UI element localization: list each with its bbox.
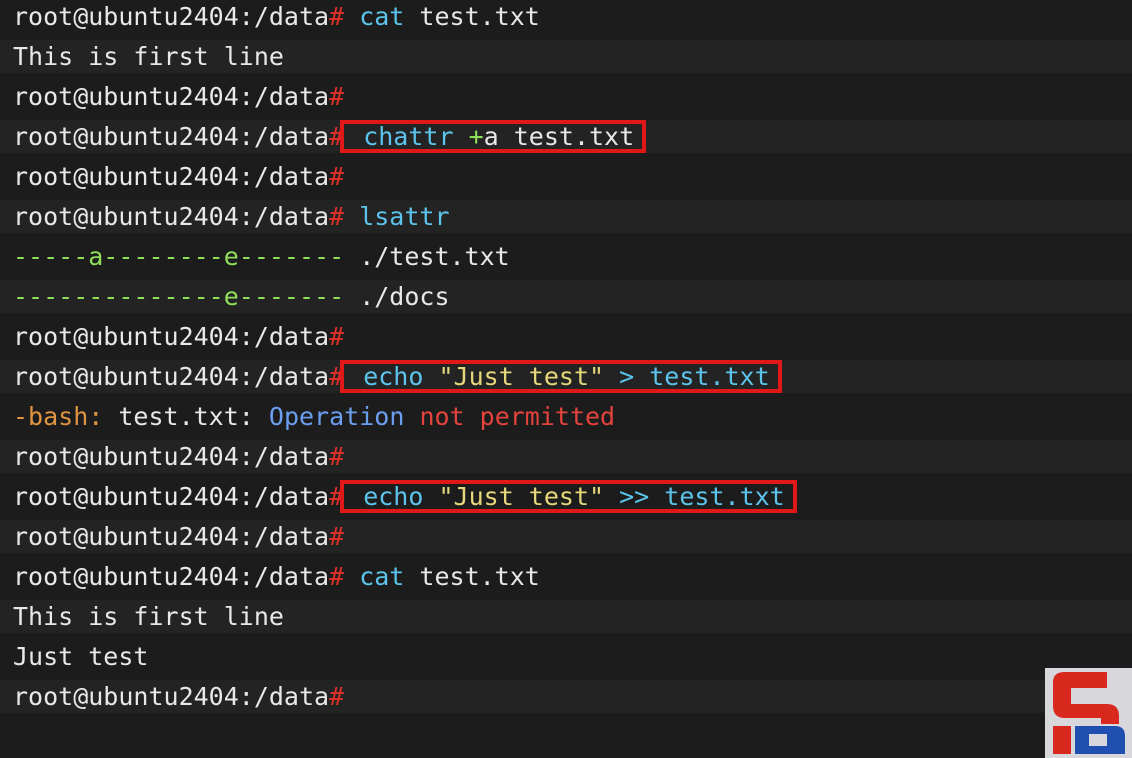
command-arg: a test.txt bbox=[483, 122, 635, 151]
terminal-line-8: --------------e------- ./docs bbox=[0, 280, 1132, 313]
prompt: root@ubuntu2404:/data bbox=[13, 162, 330, 191]
terminal-window[interactable]: root@ubuntu2404:/data# cat test.txt This… bbox=[0, 0, 1132, 758]
highlight-box: chattr +a test.txt bbox=[340, 120, 647, 153]
terminal-line-1: root@ubuntu2404:/data# cat test.txt bbox=[0, 0, 1132, 33]
string-literal: "Just test" bbox=[438, 362, 605, 391]
prompt: root@ubuntu2404:/data bbox=[13, 362, 330, 391]
error-message: not permitted bbox=[419, 402, 616, 431]
terminal-line-11: -bash: test.txt: Operation not permitted bbox=[0, 400, 1132, 433]
file-attributes: -----a--------e------- bbox=[13, 242, 345, 271]
terminal-line-17: Just test bbox=[0, 640, 1132, 673]
prompt: root@ubuntu2404:/data bbox=[13, 122, 330, 151]
terminal-line-15: root@ubuntu2404:/data# cat test.txt bbox=[0, 560, 1132, 593]
terminal-line-18: root@ubuntu2404:/data# bbox=[0, 680, 1132, 713]
prompt: root@ubuntu2404:/data bbox=[13, 442, 330, 471]
redirect-operator: > bbox=[619, 362, 635, 391]
prompt: root@ubuntu2404:/data bbox=[13, 682, 330, 711]
highlight-box: echo "Just test" >> test.txt bbox=[340, 480, 797, 513]
prompt-hash: # bbox=[329, 442, 345, 471]
prompt: root@ubuntu2404:/data bbox=[13, 82, 330, 111]
sb-logo-icon bbox=[1045, 668, 1132, 758]
command-arg: test.txt bbox=[649, 362, 770, 391]
command-arg: test.txt bbox=[664, 482, 785, 511]
file-path: ./test.txt bbox=[359, 242, 510, 271]
command: echo bbox=[363, 482, 424, 511]
prompt-hash: # bbox=[329, 562, 345, 591]
terminal-line-3: root@ubuntu2404:/data# bbox=[0, 80, 1132, 113]
command-flag: + bbox=[468, 122, 484, 151]
terminal-line-6: root@ubuntu2404:/data# lsattr bbox=[0, 200, 1132, 233]
highlight-box: echo "Just test" > test.txt bbox=[340, 360, 782, 393]
command: cat bbox=[359, 2, 405, 31]
prompt-hash: # bbox=[329, 2, 345, 31]
file-path: ./docs bbox=[359, 282, 450, 311]
error-file: test.txt: bbox=[118, 402, 254, 431]
terminal-line-13: root@ubuntu2404:/data# echo "Just test" … bbox=[0, 480, 1132, 513]
prompt-hash: # bbox=[329, 682, 345, 711]
prompt-hash: # bbox=[329, 522, 345, 551]
terminal-line-9: root@ubuntu2404:/data# bbox=[0, 320, 1132, 353]
terminal-line-14: root@ubuntu2404:/data# bbox=[0, 520, 1132, 553]
output-text: This is first line bbox=[13, 602, 284, 631]
terminal-line-5: root@ubuntu2404:/data# bbox=[0, 160, 1132, 193]
terminal-line-16: This is first line bbox=[0, 600, 1132, 633]
file-attributes: --------------e------- bbox=[13, 282, 345, 311]
prompt: root@ubuntu2404:/data bbox=[13, 322, 330, 351]
prompt: root@ubuntu2404:/data bbox=[13, 562, 330, 591]
prompt: root@ubuntu2404:/data bbox=[13, 522, 330, 551]
error-word: Operation bbox=[268, 402, 405, 431]
command: lsattr bbox=[359, 202, 450, 231]
command: echo bbox=[363, 362, 424, 391]
terminal-line-2: This is first line bbox=[0, 40, 1132, 73]
command: chattr bbox=[363, 122, 454, 151]
prompt-hash: # bbox=[329, 322, 345, 351]
command-arg: test.txt bbox=[419, 562, 540, 591]
prompt: root@ubuntu2404:/data bbox=[13, 482, 330, 511]
string-literal: "Just test" bbox=[438, 482, 605, 511]
terminal-line-7: -----a--------e------- ./test.txt bbox=[0, 240, 1132, 273]
terminal-line-4: root@ubuntu2404:/data# chattr +a test.tx… bbox=[0, 120, 1132, 153]
terminal-line-10: root@ubuntu2404:/data# echo "Just test" … bbox=[0, 360, 1132, 393]
command-arg: test.txt bbox=[419, 2, 540, 31]
prompt: root@ubuntu2404:/data bbox=[13, 2, 330, 31]
redirect-operator: >> bbox=[619, 482, 650, 511]
prompt: root@ubuntu2404:/data bbox=[13, 202, 330, 231]
terminal-line-12: root@ubuntu2404:/data# bbox=[0, 440, 1132, 473]
command: cat bbox=[359, 562, 405, 591]
prompt-hash: # bbox=[329, 202, 345, 231]
error-prefix: -bash: bbox=[13, 402, 104, 431]
prompt-hash: # bbox=[329, 82, 345, 111]
prompt-hash: # bbox=[329, 162, 345, 191]
output-text: This is first line bbox=[13, 42, 284, 71]
output-text: Just test bbox=[13, 642, 149, 671]
